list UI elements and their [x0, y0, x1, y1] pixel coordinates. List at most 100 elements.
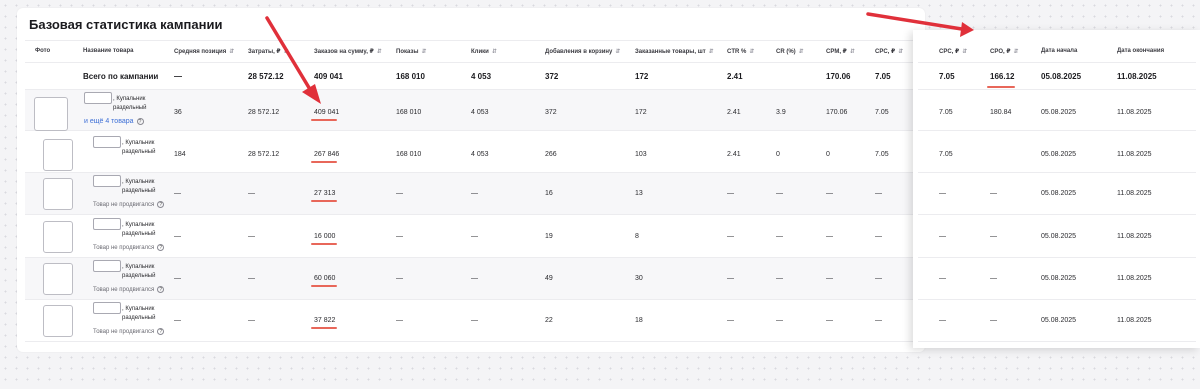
row-divider [25, 40, 915, 41]
cell-side-cpo: — [990, 275, 997, 282]
note-text: Товар не продвигался [93, 287, 155, 293]
cell-end: 11.08.2025 [1117, 190, 1152, 197]
product-photo[interactable] [43, 139, 73, 171]
cell-ordered: 30 [635, 275, 643, 282]
question-circle-icon[interactable]: ? [136, 118, 144, 125]
product-photo[interactable] [34, 97, 68, 131]
sort-icon[interactable]: ⇵ [1014, 49, 1019, 55]
cell-ordered: 8 [635, 233, 639, 240]
question-circle-icon[interactable]: ? [157, 244, 165, 251]
cell-end: 11.08.2025 [1117, 109, 1152, 116]
total-end: 11.08.2025 [1117, 72, 1157, 81]
product-photo[interactable] [43, 305, 73, 337]
sort-icon[interactable]: ⇵ [898, 49, 903, 55]
total-orders-sum: 409 041 [314, 72, 343, 81]
cell-start: 05.08.2025 [1041, 233, 1077, 240]
product-photo[interactable] [43, 263, 73, 295]
column-header-cpm[interactable]: CPM, ₽ ⇵ [826, 48, 855, 55]
product-name[interactable]: , Купальник раздельный [122, 305, 174, 323]
note-text: и ещё 4 товара [84, 118, 134, 125]
column-header-photo: Фото [35, 48, 50, 54]
cell-cart: 49 [545, 275, 553, 282]
column-header-cpc[interactable]: CPC, ₽ ⇵ [875, 48, 903, 55]
header-label: Название товара [83, 48, 134, 54]
sort-icon[interactable]: ⇵ [229, 49, 234, 55]
cell-orders-sum: 267 846 [314, 151, 340, 158]
column-header-ordered[interactable]: Заказанные товары, шт ⇵ [635, 48, 714, 55]
cell-avg-pos: — [174, 233, 181, 240]
note-text: Товар не продвигался [93, 329, 155, 335]
header-label: CPC, ₽ [875, 49, 896, 55]
total-cpc: 7.05 [875, 72, 891, 81]
row-divider [25, 299, 915, 300]
column-header-cr[interactable]: CR (%) ⇵ [776, 48, 804, 55]
header-label: Дата окончания [1117, 48, 1165, 54]
cell-ctr: — [727, 275, 734, 282]
cell-clicks: 4 053 [471, 151, 489, 158]
row-divider [918, 341, 1196, 342]
cell-end: 11.08.2025 [1117, 233, 1152, 240]
product-photo[interactable] [43, 178, 73, 210]
total-cart: 372 [545, 72, 559, 81]
cell-cart: 372 [545, 109, 557, 116]
cell-cpc: — [875, 275, 882, 282]
row-divider [918, 62, 1196, 63]
cell-side-cpc: — [939, 275, 946, 282]
sort-icon[interactable]: ⇵ [962, 49, 967, 55]
column-header-ctr[interactable]: CTR % ⇵ [727, 48, 754, 55]
sort-icon[interactable]: ⇵ [615, 49, 620, 55]
question-circle-icon[interactable]: ? [157, 286, 165, 293]
side-header-cpo[interactable]: CPO, ₽ ⇵ [990, 48, 1019, 55]
product-name[interactable]: , Купальник раздельный [122, 139, 174, 157]
sort-icon[interactable]: ⇵ [850, 49, 855, 55]
total-clicks: 4 053 [471, 72, 492, 81]
column-header-cart[interactable]: Добавления в корзину ⇵ [545, 48, 620, 55]
cell-ordered: 13 [635, 190, 643, 197]
product-name[interactable]: , Купальник раздельный [122, 221, 174, 239]
header-label: CPC, ₽ [939, 49, 960, 55]
cell-cr: — [776, 317, 783, 324]
cell-cart: 22 [545, 317, 553, 324]
question-circle-icon[interactable]: ? [157, 328, 165, 335]
cell-avg-pos: 36 [174, 109, 182, 116]
row-divider [25, 214, 915, 215]
cell-end: 11.08.2025 [1117, 317, 1152, 324]
cell-cpm: — [826, 190, 833, 197]
sort-icon[interactable]: ⇵ [709, 49, 714, 55]
hidden-product-id [93, 302, 121, 314]
more-products-link[interactable]: и ещё 4 товара? [84, 118, 144, 125]
total-side-cpo: 166.12 [990, 72, 1015, 81]
column-header-orders-sum[interactable]: Заказов на сумму, ₽ ⇵ [314, 48, 382, 55]
not-promoted-note: Товар не продвигался? [93, 328, 165, 335]
question-circle-icon[interactable]: ? [157, 201, 165, 208]
cell-start: 05.08.2025 [1041, 317, 1077, 324]
sort-icon[interactable]: ⇵ [284, 49, 289, 55]
sort-icon[interactable]: ⇵ [422, 49, 427, 55]
cell-spend: — [248, 233, 255, 240]
sort-icon[interactable]: ⇵ [377, 49, 382, 55]
hidden-product-id [93, 260, 121, 272]
sort-icon[interactable]: ⇵ [799, 49, 804, 55]
row-divider [25, 62, 915, 63]
header-label: Заказов на сумму, ₽ [314, 49, 374, 55]
sort-icon[interactable]: ⇵ [749, 49, 754, 55]
product-name[interactable]: , Купальник раздельный [113, 95, 165, 113]
cell-views: — [396, 190, 403, 197]
product-name[interactable]: , Купальник раздельный [122, 263, 174, 281]
cell-side-cpo: — [990, 190, 997, 197]
cell-cart: 266 [545, 151, 557, 158]
header-label: Клики [471, 49, 489, 55]
cell-side-cpc: 7.05 [939, 109, 953, 116]
product-name[interactable]: , Купальник раздельный [122, 178, 174, 196]
total-ordered: 172 [635, 72, 649, 81]
column-header-spend[interactable]: Затраты, ₽ ⇵ [248, 48, 289, 55]
column-header-avg-pos[interactable]: Средняя позиция ⇵ [174, 48, 234, 55]
column-header-clicks[interactable]: Клики ⇵ [471, 48, 497, 55]
side-header-cpc[interactable]: CPC, ₽ ⇵ [939, 48, 967, 55]
sort-icon[interactable]: ⇵ [492, 49, 497, 55]
highlight-underline [311, 161, 337, 163]
cell-side-cpo: — [990, 317, 997, 324]
product-photo[interactable] [43, 221, 73, 253]
column-header-views[interactable]: Показы ⇵ [396, 48, 427, 55]
cell-cart: 16 [545, 190, 553, 197]
